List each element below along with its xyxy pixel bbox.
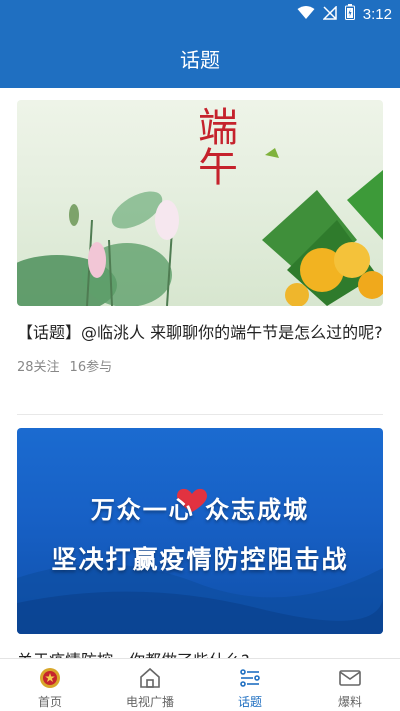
topic-image[interactable]: 端午 [17,100,383,306]
status-icons: 3:12 [297,4,392,24]
emblem-icon [36,665,64,691]
topic-list-icon [236,665,264,691]
topic-card[interactable]: 万众一心 众志成城 坚决打赢疫情防控阻击战 关于疫情防控，你都做了些什么? [17,428,383,658]
nav-item-topic[interactable]: 话题 [200,659,300,711]
topic-title[interactable]: 关于疫情防控，你都做了些什么? [17,648,383,658]
topic-list[interactable]: 端午 【话题】@临洮人 来聊聊你的端午节是怎么过的呢? 28关注 16参与 万众… [0,88,400,658]
topic-card[interactable]: 端午 【话题】@临洮人 来聊聊你的端午节是怎么过的呢? 28关注 16参与 [17,100,383,375]
status-bar: 3:12 [0,0,400,28]
banner-line-2: 坚决打赢疫情防控阻击战 [51,545,349,574]
nav-label: 爆料 [337,695,362,709]
participant-count: 16参与 [69,360,113,375]
image-caption: 端午 [191,106,237,186]
nav-item-report[interactable]: 爆料 [300,659,400,711]
wifi-icon [297,5,315,24]
divider [17,414,383,415]
campaign-banner-background [17,488,383,634]
nav-label: 首页 [37,695,62,709]
status-time: 3:12 [362,5,392,23]
banner-line-1: 万众一心 众志成城 [90,496,310,524]
nav-item-home[interactable]: 首页 [0,659,100,711]
topic-image[interactable]: 万众一心 众志成城 坚决打赢疫情防控阻击战 [17,428,383,634]
nav-label: 电视广播 [125,695,174,709]
topic-meta: 28关注 16参与 [17,356,383,375]
follow-count: 28关注 [17,360,60,375]
nav-item-tv-radio[interactable]: 电视广播 [100,659,200,711]
battery-icon [344,4,355,24]
app-bar: 话题 [0,28,400,88]
topic-title[interactable]: 【话题】@临洮人 来聊聊你的端午节是怎么过的呢? [17,320,383,346]
home-icon [136,665,164,691]
mail-icon [336,665,364,691]
no-signal-icon [321,4,337,24]
bottom-nav: 首页 电视广播 话题 爆料 [0,658,400,711]
nav-label: 话题 [237,695,262,709]
page-title: 话题 [180,47,220,72]
